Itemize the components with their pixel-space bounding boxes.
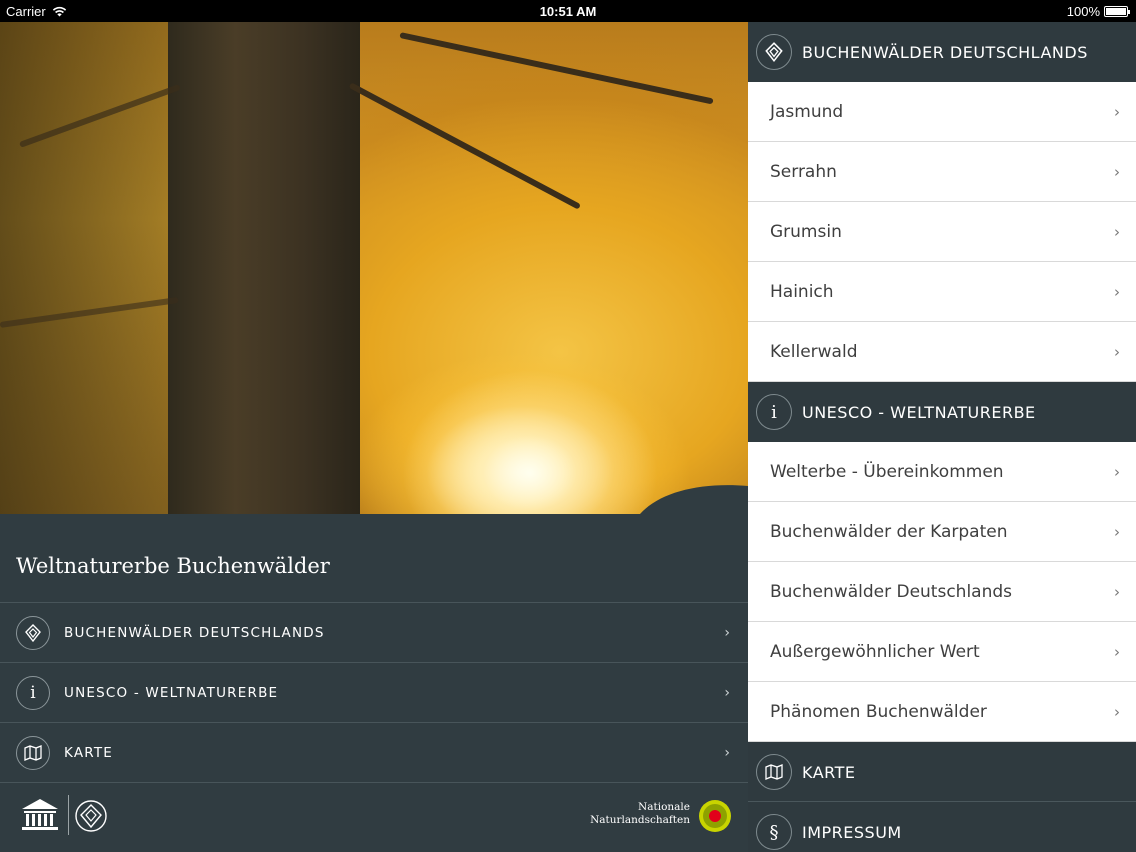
section-title: KARTE (802, 762, 856, 782)
list-item-label: Grumsin (770, 221, 842, 242)
list-item-kellerwald[interactable]: Kellerwald › (748, 322, 1136, 382)
list-item-hainich[interactable]: Hainich › (748, 262, 1136, 322)
partner-line-1: Nationale (638, 801, 690, 813)
paragraph-icon: § (756, 814, 792, 850)
chevron-right-icon: › (1114, 282, 1120, 301)
list-item-label: Kellerwald (770, 341, 858, 362)
battery-status: 100% (1066, 4, 1130, 19)
unesco-logo-icon (22, 799, 58, 830)
chevron-right-icon: › (1114, 582, 1120, 601)
section-header-unesco[interactable]: i UNESCO - WELTNATURERBE (748, 382, 1136, 442)
info-icon: i (16, 675, 50, 710)
home-panel: Weltnaturerbe Buchenwälder BUCHENWÄLDER … (0, 22, 748, 852)
chevron-right-icon: › (1114, 222, 1120, 241)
menu-item-karte[interactable]: KARTE › (0, 722, 748, 782)
menu-item-label: KARTE (64, 744, 114, 761)
battery-icon (1104, 6, 1130, 17)
menu-item-buchenwaelder[interactable]: BUCHENWÄLDER DEUTSCHLANDS › (0, 602, 748, 662)
list-item-label: Buchenwälder der Karpaten (770, 521, 1008, 542)
list-item-serrahn[interactable]: Serrahn › (748, 142, 1136, 202)
list-item-label: Buchenwälder Deutschlands (770, 581, 1013, 602)
chevron-right-icon: › (724, 684, 730, 701)
side-menu: BUCHENWÄLDER DEUTSCHLANDS Jasmund › Serr… (748, 22, 1136, 852)
list-item-phaenomen[interactable]: Phänomen Buchenwälder › (748, 682, 1136, 742)
status-bar: Carrier 10:51 AM 100% (0, 0, 1136, 22)
chevron-right-icon: › (1114, 702, 1120, 721)
hero-forest-image (0, 22, 748, 514)
partner-name: Nationale Naturlandschaften (590, 801, 690, 827)
section-title: BUCHENWÄLDER DEUTSCHLANDS (802, 42, 1088, 62)
chevron-right-icon: › (1114, 102, 1120, 121)
section-title: UNESCO - WELTNATURERBE (802, 402, 1036, 422)
forest-leaf-icon (756, 34, 792, 70)
list-item-label: Phänomen Buchenwälder (770, 701, 987, 722)
list-item-label: Welterbe - Übereinkommen (770, 461, 1004, 482)
list-item-deutschlands[interactable]: Buchenwälder Deutschlands › (748, 562, 1136, 622)
section-header-karte[interactable]: KARTE (748, 742, 1136, 802)
menu-item-label: UNESCO - WELTNATURERBE (64, 684, 279, 701)
menu-item-unesco[interactable]: i UNESCO - WELTNATURERBE › (0, 662, 748, 722)
list-item-label: Hainich (770, 281, 834, 302)
map-icon (16, 735, 50, 770)
chevron-right-icon: › (1114, 342, 1120, 361)
list-item-jasmund[interactable]: Jasmund › (748, 82, 1136, 142)
list-item-label: Jasmund (770, 101, 844, 122)
list-item-welterbe-uebereinkommen[interactable]: Welterbe - Übereinkommen › (748, 442, 1136, 502)
section-header-buchenwaelder[interactable]: BUCHENWÄLDER DEUTSCHLANDS (748, 22, 1136, 82)
footer-logos: Nationale Naturlandschaften (0, 782, 748, 852)
list-item-grumsin[interactable]: Grumsin › (748, 202, 1136, 262)
list-item-karpaten[interactable]: Buchenwälder der Karpaten › (748, 502, 1136, 562)
list-item-wert[interactable]: Außergewöhnlicher Wert › (748, 622, 1136, 682)
menu-item-label: BUCHENWÄLDER DEUTSCHLANDS (64, 624, 325, 641)
chevron-right-icon: › (1114, 522, 1120, 541)
section-title: IMPRESSUM (802, 822, 902, 842)
map-icon (756, 754, 792, 790)
world-heritage-logo-icon (75, 800, 107, 832)
list-item-label: Serrahn (770, 161, 837, 182)
partner-line-2: Naturlandschaften (590, 814, 690, 826)
chevron-right-icon: › (724, 624, 730, 641)
section-header-impressum[interactable]: § IMPRESSUM (748, 802, 1136, 852)
chevron-right-icon: › (1114, 462, 1120, 481)
list-item-label: Außergewöhnlicher Wert (770, 641, 980, 662)
forest-leaf-icon (16, 615, 50, 650)
chevron-right-icon: › (724, 744, 730, 761)
page-title: Weltnaturerbe Buchenwälder (16, 554, 330, 578)
battery-percent: 100% (1066, 4, 1100, 19)
info-icon: i (756, 394, 792, 430)
chevron-right-icon: › (1114, 642, 1120, 661)
clock: 10:51 AM (539, 4, 597, 19)
chevron-right-icon: › (1114, 162, 1120, 181)
nationale-naturlandschaften-logo-icon (699, 800, 731, 832)
